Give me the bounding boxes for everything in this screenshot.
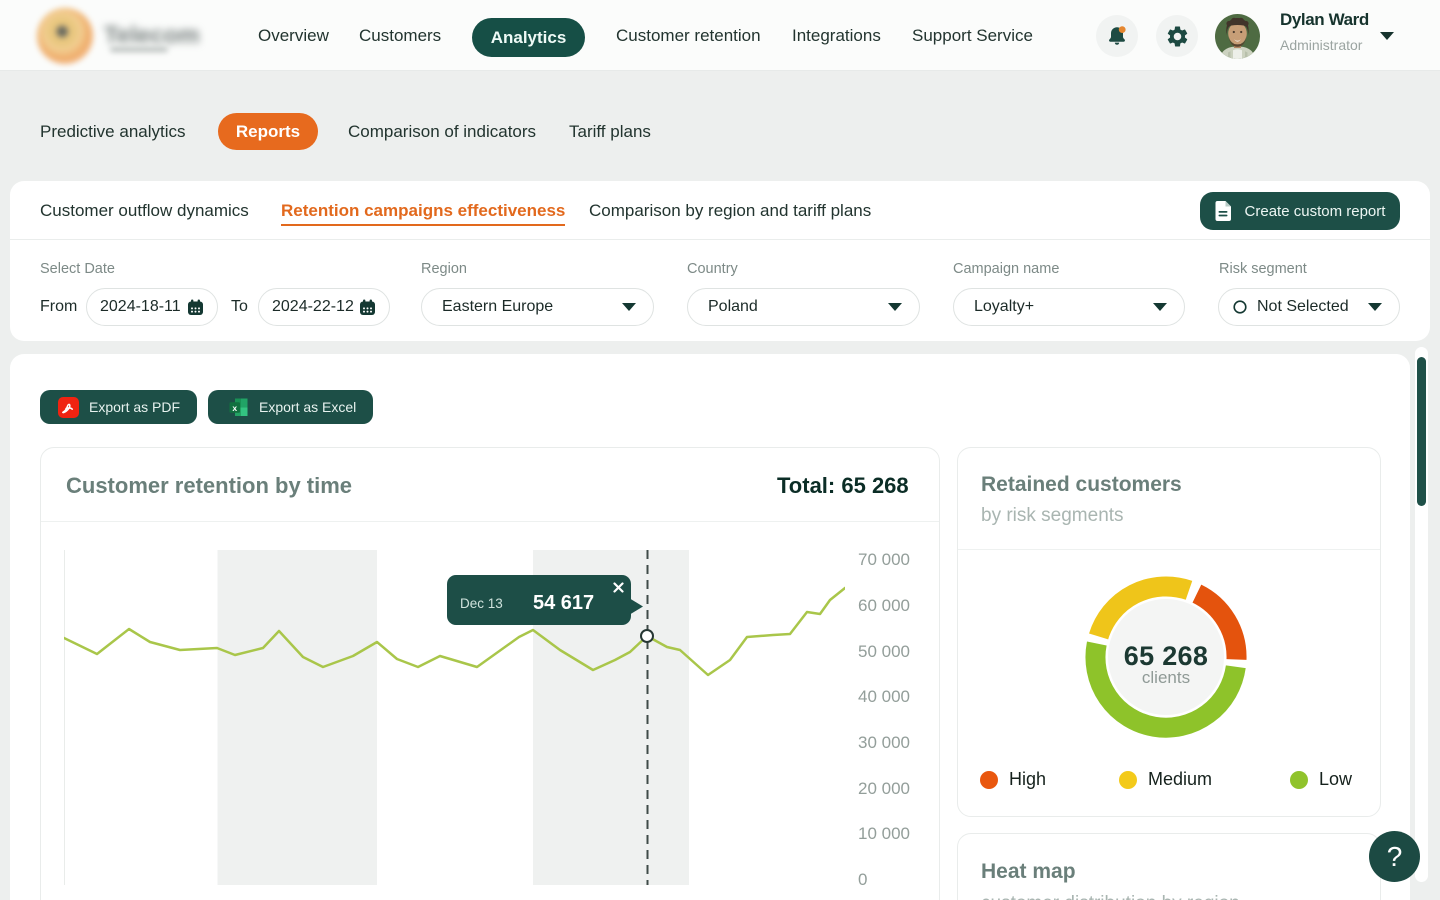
svg-text:x: x	[232, 403, 237, 413]
